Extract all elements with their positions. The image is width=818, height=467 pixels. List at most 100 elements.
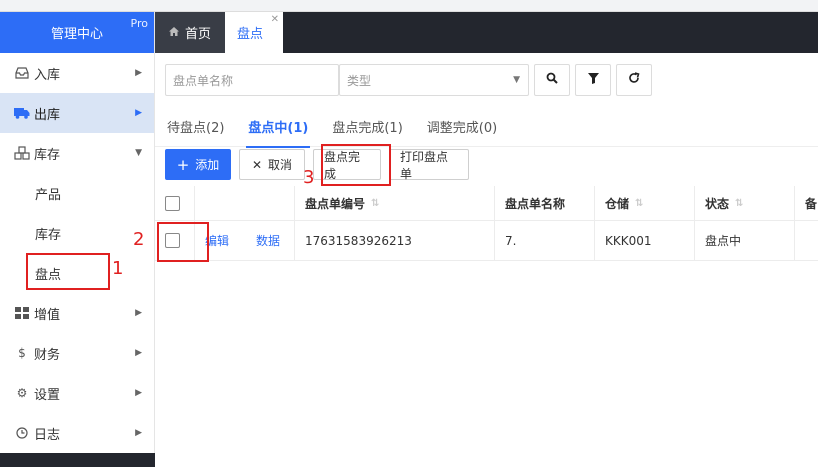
cell-status: 盘点中 [695,221,795,260]
sort-icon: ⇅ [635,197,644,209]
tab-label: 盘点完成(1) [332,120,403,136]
close-icon: ✕ [251,157,263,172]
tab-in-progress[interactable]: 盘点中(1) [236,106,320,148]
operations-header [195,186,295,220]
cell-remark [795,221,818,260]
search-icon [546,72,558,88]
sidebar-footer-bar [0,453,155,467]
filter-icon [587,72,599,88]
sidebar-item-value-added[interactable]: 增值 ▶ [0,293,154,333]
tab-label: 盘点中(1) [248,120,309,136]
dollar-icon: $ [18,346,26,360]
print-label: 打印盘点单 [400,149,449,181]
sidebar: 管理中心 Pro 入库 ▶ 出库 ▶ 库存 ▼ 产品 库存 盘点 增值 ▶ $ … [0,12,155,467]
table-header-row: 盘点单编号 ⇅ 盘点单名称 仓储 ⇅ 状态 ⇅ 备 [155,186,818,221]
plus-icon: + [176,155,190,174]
sidebar-item-label: 设置 [34,387,61,403]
sidebar-item-label: 库存 [34,147,61,163]
sidebar-item-label: 入库 [34,67,61,83]
stocktake-name-input[interactable]: 盘点单名称 [165,64,339,96]
refresh-icon [628,72,640,88]
header-label: 仓储 [605,196,630,211]
tab-home-label: 首页 [185,27,212,42]
cell-name: 7. [495,221,595,260]
cancel-button[interactable]: ✕ 取消 [239,149,305,180]
sort-icon: ⇅ [735,197,744,209]
home-icon [169,26,179,39]
stocktake-name-placeholder: 盘点单名称 [173,73,234,88]
header-label: 状态 [705,196,730,211]
close-icon[interactable]: ✕ [271,14,279,25]
tab-label: 调整完成(0) [426,120,498,136]
data-link[interactable]: 数据 [256,232,280,249]
header-code[interactable]: 盘点单编号 ⇅ [295,186,495,220]
tab-stocktake-label: 盘点 [237,27,264,42]
header-label: 备 [805,196,818,211]
tab-label: 待盘点(2) [167,120,225,136]
select-all-cell [155,186,195,220]
chevron-right-icon: ▶ [135,388,142,398]
grid-icon [14,306,30,320]
cancel-label: 取消 [268,158,293,172]
sidebar-item-label: 出库 [34,107,61,123]
sidebar-item-log[interactable]: 日志 ▶ [0,413,154,453]
main-content: 盘点单名称 类型 ▼ 待盘点(2) 盘点中(1) 盘点完成(1) 调整完成(0) [155,53,818,467]
tab-adjusted[interactable]: 调整完成(0) [415,106,509,147]
chevron-right-icon: ▶ [135,428,142,438]
caret-down-icon: ▼ [513,75,520,85]
annotation-box-3 [321,144,391,186]
filter-button[interactable] [575,64,611,96]
chevron-right-icon: ▶ [135,68,142,78]
sidebar-item-label: 财务 [34,347,61,363]
sidebar-item-label: 日志 [34,427,61,443]
sidebar-subitem-products[interactable]: 产品 [0,173,154,213]
refresh-button[interactable] [616,64,652,96]
chevron-right-icon: ▶ [135,308,142,318]
header-label: 盘点单编号 [305,196,366,211]
sidebar-subitem-label: 产品 [35,187,62,203]
header-status[interactable]: 状态 ⇅ [695,186,795,220]
pro-badge: Pro [130,17,148,30]
sidebar-item-outbound[interactable]: 出库 ▶ [0,93,154,133]
print-stocktake-button[interactable]: 打印盘点单 [389,149,469,181]
header-label: 盘点单名称 [505,196,566,211]
gears-icon: ⚙ [16,386,28,400]
header-name[interactable]: 盘点单名称 [495,186,595,220]
inbox-icon [14,66,30,80]
sidebar-item-label: 增值 [34,307,61,323]
sidebar-item-inbound[interactable]: 入库 ▶ [0,53,154,93]
header-remark[interactable]: 备 [795,186,818,220]
sidebar-item-finance[interactable]: $ 财务 ▶ [0,333,154,373]
tab-pending[interactable]: 待盘点(2) [155,106,236,147]
truck-icon [14,106,30,120]
tab-home[interactable]: 首页 [155,12,226,53]
type-select[interactable]: 类型 ▼ [339,64,529,96]
stocktake-table: 盘点单编号 ⇅ 盘点单名称 仓储 ⇅ 状态 ⇅ 备 编辑 数据 17631583… [155,186,818,261]
cubes-icon [14,146,30,160]
chevron-right-icon: ▶ [135,108,142,118]
annotation-box-1 [26,253,110,290]
sidebar-subitem-stock[interactable]: 库存 [0,213,154,253]
add-button[interactable]: + 添加 [165,149,231,180]
table-row[interactable]: 编辑 数据 17631583926213 7. KKK001 盘点中 [155,221,818,261]
type-select-placeholder: 类型 [347,73,372,88]
tab-completed[interactable]: 盘点完成(1) [320,106,414,147]
chevron-right-icon: ▶ [135,348,142,358]
sidebar-item-settings[interactable]: ⚙ 设置 ▶ [0,373,154,413]
browser-top-strip [0,0,818,12]
annotation-number-1: 1 [112,258,124,279]
annotation-number-3: 3 [303,167,315,188]
cell-code: 17631583926213 [295,221,495,260]
search-button[interactable] [534,64,570,96]
clock-icon [14,426,30,440]
filter-bar: 盘点单名称 类型 ▼ [165,64,652,96]
chevron-down-icon: ▼ [135,148,142,158]
brand-title: 管理中心 [50,27,103,42]
header-warehouse[interactable]: 仓储 ⇅ [595,186,695,220]
tab-stocktake[interactable]: 盘点 ✕ [225,12,284,53]
brand-header[interactable]: 管理中心 Pro [0,12,154,53]
sidebar-subitem-label: 库存 [35,227,62,243]
sidebar-item-inventory[interactable]: 库存 ▼ [0,133,154,173]
status-tabs: 待盘点(2) 盘点中(1) 盘点完成(1) 调整完成(0) [155,106,818,148]
select-all-checkbox[interactable] [165,195,180,211]
